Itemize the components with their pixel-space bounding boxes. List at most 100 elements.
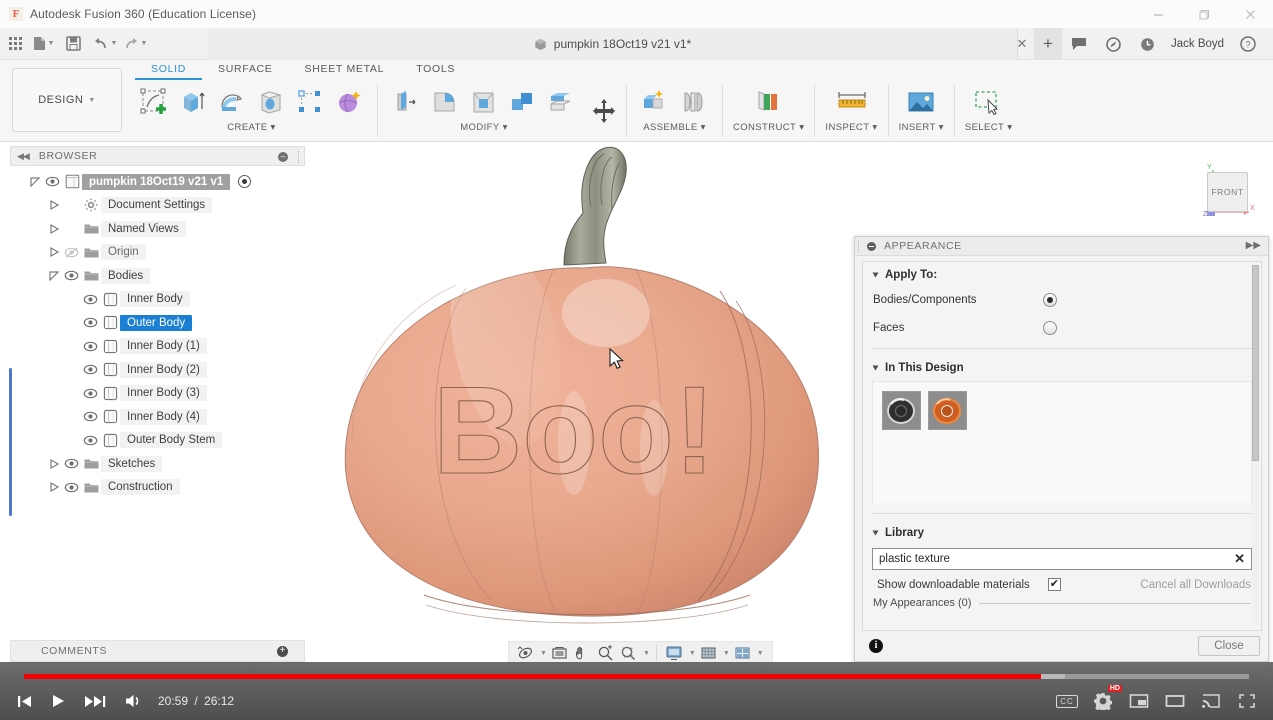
form-icon[interactable] — [331, 83, 367, 121]
new-component-icon[interactable] — [637, 83, 673, 121]
chevron-down-icon[interactable]: ▼ — [48, 40, 55, 47]
in-this-design-section-header[interactable]: In This Design — [863, 355, 1261, 379]
library-search-input[interactable] — [879, 553, 1235, 565]
undo-icon[interactable]: ▼ — [90, 28, 120, 60]
video-progress-track[interactable] — [24, 674, 1249, 679]
chevron-down-icon[interactable]: ▼ — [141, 40, 148, 47]
dialog-grip[interactable] — [858, 240, 861, 252]
browser-minimize-icon[interactable]: – — [278, 152, 288, 162]
library-search-row[interactable]: ✕ — [872, 548, 1252, 570]
cast-icon[interactable] — [1195, 686, 1227, 716]
tree-collapsed-arrow-icon[interactable] — [49, 247, 59, 258]
tree-collapsed-arrow-icon[interactable] — [49, 223, 59, 234]
extrude-icon[interactable] — [175, 83, 211, 121]
visibility-eye-icon[interactable] — [64, 246, 79, 259]
visibility-eye-icon[interactable] — [64, 481, 79, 494]
visibility-eye-icon[interactable] — [83, 340, 98, 353]
tree-arrow[interactable] — [47, 458, 61, 469]
browser-node-outer-body[interactable]: Outer Body — [10, 311, 305, 335]
visibility-eye-icon[interactable] — [83, 363, 98, 376]
revolve-icon[interactable] — [214, 83, 250, 121]
app-grid-icon[interactable] — [0, 28, 30, 60]
visibility-toggle[interactable] — [42, 175, 62, 188]
tree-arrow[interactable] — [47, 271, 61, 281]
visibility-eye-icon[interactable] — [83, 316, 98, 329]
close-button[interactable] — [1227, 0, 1273, 28]
measure-icon[interactable] — [834, 83, 870, 121]
view-cube-front-face[interactable]: FRONT — [1207, 172, 1248, 212]
chevron-down-icon[interactable]: ▼ — [540, 650, 547, 657]
add-comment-button[interactable]: + — [277, 646, 288, 657]
combine-icon[interactable] — [505, 83, 541, 121]
browser-node-outer-body-stem[interactable]: Outer Body Stem — [10, 429, 305, 453]
next-icon[interactable] — [76, 686, 116, 716]
tree-arrow[interactable] — [47, 482, 61, 493]
orange-plastic-appearance-swatch[interactable] — [928, 391, 967, 430]
miniplayer-icon[interactable] — [1123, 686, 1155, 716]
chevron-down-icon[interactable]: ▼ — [643, 650, 650, 657]
zoom-icon[interactable] — [595, 642, 616, 664]
visibility-toggle[interactable] — [80, 434, 100, 447]
visibility-eye-icon[interactable] — [64, 457, 79, 470]
theater-icon[interactable] — [1159, 686, 1191, 716]
pattern-icon[interactable] — [292, 83, 328, 121]
document-tab[interactable]: pumpkin 18Oct19 v21 v1* — [208, 28, 1018, 60]
visibility-toggle[interactable] — [80, 387, 100, 400]
volume-icon[interactable] — [118, 686, 150, 716]
browser-grip[interactable] — [298, 151, 300, 163]
browser-node-pumpkin-18oct19-v21-v1[interactable]: pumpkin 18Oct19 v21 v1 — [10, 170, 305, 194]
root-activate-radio[interactable] — [238, 175, 252, 189]
bodies-components-radio[interactable] — [1043, 293, 1057, 307]
tree-arrow[interactable] — [28, 177, 42, 187]
tree-expanded-arrow-icon[interactable] — [30, 177, 40, 187]
help-icon[interactable]: ? — [1231, 28, 1265, 60]
close-button[interactable]: Close — [1198, 636, 1260, 656]
redo-icon[interactable]: ▼ — [120, 28, 150, 60]
show-downloadable-checkbox[interactable] — [1047, 577, 1061, 591]
browser-node-construction[interactable]: Construction — [10, 476, 305, 500]
tree-arrow[interactable] — [47, 247, 61, 258]
new-tab-button[interactable]: + — [1034, 28, 1062, 60]
visibility-toggle[interactable] — [61, 481, 81, 494]
user-name-label[interactable]: Jack Boyd — [1164, 38, 1231, 50]
view-cube[interactable]: Z X Y FRONT — [1193, 160, 1257, 222]
offset-plane-icon[interactable] — [751, 83, 787, 121]
captions-icon[interactable]: CC — [1051, 686, 1083, 716]
chevron-down-icon[interactable]: ▼ — [689, 650, 696, 657]
apply-to-section-header[interactable]: Apply To: — [863, 262, 1261, 286]
fillet-icon[interactable] — [427, 83, 463, 121]
minimize-button[interactable] — [1135, 0, 1181, 28]
dialog-minimize-icon[interactable] — [867, 241, 876, 251]
tree-collapsed-arrow-icon[interactable] — [49, 200, 59, 211]
tab-solid[interactable]: SOLID — [135, 62, 203, 80]
look-at-icon[interactable] — [549, 642, 570, 664]
chevron-down-icon[interactable]: ▼ — [757, 650, 764, 657]
appearance-title-bar[interactable]: APPEARANCE ▶▶ — [855, 237, 1268, 256]
visibility-toggle[interactable] — [61, 246, 81, 259]
select-window-icon[interactable] — [971, 83, 1007, 121]
browser-node-inner-body-2[interactable]: Inner Body (2) — [10, 358, 305, 382]
chevron-down-icon[interactable]: ▼ — [111, 40, 118, 47]
browser-node-named-views[interactable]: Named Views — [10, 217, 305, 241]
browser-node-inner-body-3[interactable]: Inner Body (3) — [10, 382, 305, 406]
close-tab-button[interactable]: ✕ — [1010, 28, 1034, 60]
grid-snap-icon[interactable] — [698, 642, 719, 664]
visibility-toggle[interactable] — [61, 269, 81, 282]
visibility-eye-icon[interactable] — [83, 410, 98, 423]
info-icon[interactable]: i — [869, 639, 883, 653]
chevron-down-icon[interactable]: ▼ — [723, 650, 730, 657]
cancel-all-downloads-link[interactable]: Cancel all Downloads — [1140, 579, 1251, 591]
new-document-icon[interactable]: ▼ — [30, 28, 56, 60]
joint-icon[interactable] — [676, 83, 712, 121]
visibility-eye-icon[interactable] — [45, 175, 60, 188]
pan-icon[interactable] — [572, 642, 593, 664]
visibility-toggle[interactable] — [80, 363, 100, 376]
split-face-icon[interactable] — [544, 83, 580, 121]
visibility-eye-icon[interactable] — [64, 269, 79, 282]
tree-arrow[interactable] — [47, 223, 61, 234]
visibility-eye-icon[interactable] — [83, 387, 98, 400]
display-settings-icon[interactable] — [663, 642, 685, 664]
visibility-eye-icon[interactable] — [83, 434, 98, 447]
workspace-switcher[interactable]: DESIGN ▼ — [12, 68, 122, 132]
apply-to-faces-row[interactable]: Faces — [863, 314, 1261, 342]
